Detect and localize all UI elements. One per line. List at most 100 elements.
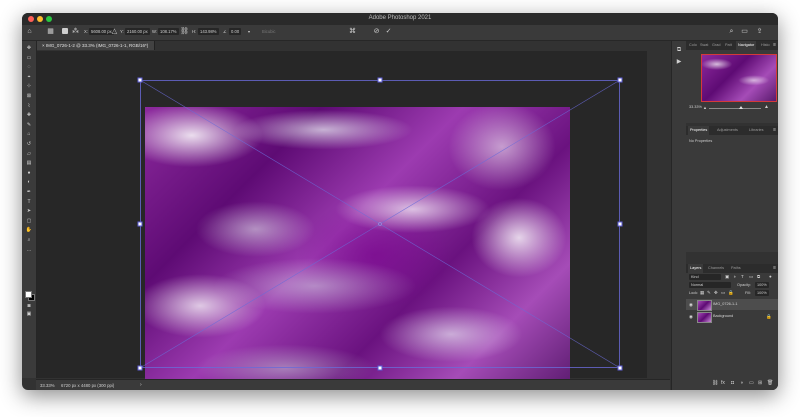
layer-thumbnail[interactable]	[697, 300, 712, 311]
filter-kind-dropdown[interactable]: Kind	[689, 274, 721, 280]
foreground-color-swatch[interactable]	[25, 291, 32, 298]
warp-mode-icon[interactable]: ⌘	[348, 27, 357, 36]
transform-handle-bottom-left[interactable]	[137, 365, 143, 371]
dodge-tool-icon[interactable]: ◐	[25, 179, 33, 185]
new-group-icon[interactable]: ▭	[749, 380, 754, 386]
lock-artboard-icon[interactable]: ▭	[721, 290, 725, 296]
screen-mode-icon[interactable]: ▣	[25, 311, 33, 317]
link-layers-icon[interactable]: ⛓	[712, 380, 718, 386]
navigator-slider-knob[interactable]	[739, 106, 743, 109]
transform-handle-bottom-right[interactable]	[617, 365, 623, 371]
panel-menu-icon[interactable]: ≡	[773, 41, 776, 50]
transform-handle-top-left[interactable]	[137, 77, 143, 83]
status-info-arrow[interactable]: ›	[140, 382, 142, 388]
filter-smart-object-icon[interactable]: ⧉	[757, 274, 760, 279]
filter-toggle-icon[interactable]: ●	[769, 274, 772, 279]
visibility-eye-icon[interactable]: ◉	[689, 314, 693, 320]
zoom-tool-icon[interactable]: ⌕	[25, 237, 33, 243]
transform-handle-left[interactable]	[137, 221, 143, 227]
transform-handle-right[interactable]	[617, 221, 623, 227]
search-icon[interactable]: ⌕	[727, 27, 736, 36]
artboard-tool-icon[interactable]: ▭	[25, 55, 33, 61]
tab-grad[interactable]: Grad	[712, 41, 720, 50]
magic-wand-tool-icon[interactable]: ⌖	[25, 74, 33, 80]
height-field[interactable]: 143.98%	[198, 28, 219, 35]
new-adjustment-layer-icon[interactable]: ◑	[740, 380, 743, 386]
tab-libraries[interactable]: Libraries	[749, 126, 764, 135]
status-zoom[interactable]: 33.33%	[40, 383, 55, 388]
navigator-thumbnail[interactable]	[701, 54, 777, 102]
transform-handle-top-right[interactable]	[617, 77, 623, 83]
history-brush-tool-icon[interactable]: ↺	[25, 141, 33, 147]
layer-row[interactable]: ◉ Background 🔒	[686, 311, 778, 323]
transform-handle-top[interactable]	[377, 77, 383, 83]
canvas-area[interactable]	[37, 51, 647, 390]
delete-layer-icon[interactable]: 🗑	[767, 380, 773, 386]
layer-row[interactable]: ◉ IMG_0726-1-1	[686, 299, 778, 311]
lock-position-icon[interactable]: ✥	[714, 290, 718, 296]
tab-histo[interactable]: Histo	[761, 41, 770, 50]
y-position-field[interactable]: 2160.00 px	[125, 28, 150, 35]
quick-mask-icon[interactable]: ◙	[25, 303, 33, 309]
rectangle-tool-icon[interactable]: ▢	[25, 218, 33, 224]
tab-navigator[interactable]: Navigator	[736, 41, 757, 50]
home-icon[interactable]: ⌂	[25, 27, 34, 36]
clone-stamp-tool-icon[interactable]: ⌂	[25, 131, 33, 137]
transform-bounding-box[interactable]	[137, 77, 623, 371]
gradient-tool-icon[interactable]: ▤	[25, 160, 33, 166]
visibility-eye-icon[interactable]: ◉	[689, 302, 693, 308]
tab-patt[interactable]: Patt	[725, 41, 732, 50]
layer-name[interactable]: IMG_0726-1-1	[713, 302, 737, 306]
frame-tool-icon[interactable]: ⊠	[25, 93, 33, 99]
zoom-out-icon[interactable]: ▲	[703, 105, 707, 110]
navigator-zoom-value[interactable]: 33.33%	[689, 105, 702, 109]
navigator-zoom-slider[interactable]	[709, 108, 761, 109]
crop-tool-icon[interactable]: ⊹	[25, 83, 33, 89]
relative-position-icon[interactable]: △	[110, 27, 119, 36]
layer-thumbnail[interactable]	[697, 312, 712, 323]
type-tool-icon[interactable]: T	[25, 199, 33, 205]
eyedropper-tool-icon[interactable]: ⌇	[25, 103, 33, 109]
workspace-icon[interactable]: ▭	[740, 27, 749, 36]
lasso-tool-icon[interactable]: ◌	[25, 64, 33, 70]
eraser-tool-icon[interactable]: ▱	[25, 151, 33, 157]
history-panel-icon[interactable]: ⧉	[675, 46, 683, 54]
layer-name[interactable]: Background	[713, 314, 733, 318]
share-icon[interactable]: ⇪	[755, 27, 764, 36]
rotation-angle-field[interactable]: 0.00	[229, 28, 242, 35]
lock-image-icon[interactable]: ✎	[707, 290, 711, 296]
lock-all-icon[interactable]: 🔒	[728, 290, 734, 296]
document-tab[interactable]: × IMG_0726-1-2 @ 33.3% (IMG_0726-1-1, RG…	[36, 41, 156, 50]
reference-point-checkbox[interactable]	[62, 28, 68, 34]
cancel-transform-icon[interactable]: ⊘	[372, 27, 381, 36]
fill-field[interactable]: 100%	[755, 290, 769, 296]
filter-shape-icon[interactable]: ▭	[749, 274, 753, 280]
more-tools-icon[interactable]: …	[25, 247, 33, 253]
filter-type-icon[interactable]: T	[741, 274, 744, 279]
hand-tool-icon[interactable]: ✋	[25, 227, 33, 233]
tab-properties[interactable]: Properties	[688, 126, 710, 135]
reference-point-icon[interactable]: ⁂	[71, 27, 80, 36]
zoom-in-icon[interactable]: ▲	[764, 104, 769, 110]
tab-paths[interactable]: Paths	[731, 264, 741, 273]
layer-style-icon[interactable]: fx	[721, 380, 725, 386]
healing-brush-tool-icon[interactable]: ✚	[25, 112, 33, 118]
tab-channels[interactable]: Channels	[708, 264, 724, 273]
width-field[interactable]: 108.17%	[158, 28, 179, 35]
layers-menu-icon[interactable]: ≡	[773, 264, 776, 273]
angle-unit-dropdown[interactable]: ▾	[248, 29, 250, 34]
tab-swat[interactable]: Swat	[700, 41, 708, 50]
tab-layers[interactable]: Layers	[688, 264, 704, 273]
lock-transparent-icon[interactable]: ▦	[700, 290, 704, 296]
transform-options-icon[interactable]: ▦	[46, 27, 55, 36]
transform-handle-bottom[interactable]	[377, 365, 383, 371]
tab-adjustments[interactable]: Adjustments	[717, 126, 738, 135]
path-selection-tool-icon[interactable]: ➤	[25, 208, 33, 214]
move-tool-icon[interactable]: ✥	[25, 45, 33, 51]
filter-adjustment-icon[interactable]: ◑	[733, 274, 736, 279]
properties-menu-icon[interactable]: ≡	[773, 126, 776, 135]
blend-mode-dropdown[interactable]: Normal	[689, 282, 731, 288]
new-layer-icon[interactable]: ⊞	[758, 380, 762, 386]
commit-checkmark-icon[interactable]: ✓	[384, 27, 393, 36]
filter-pixel-icon[interactable]: ▣	[725, 274, 729, 280]
